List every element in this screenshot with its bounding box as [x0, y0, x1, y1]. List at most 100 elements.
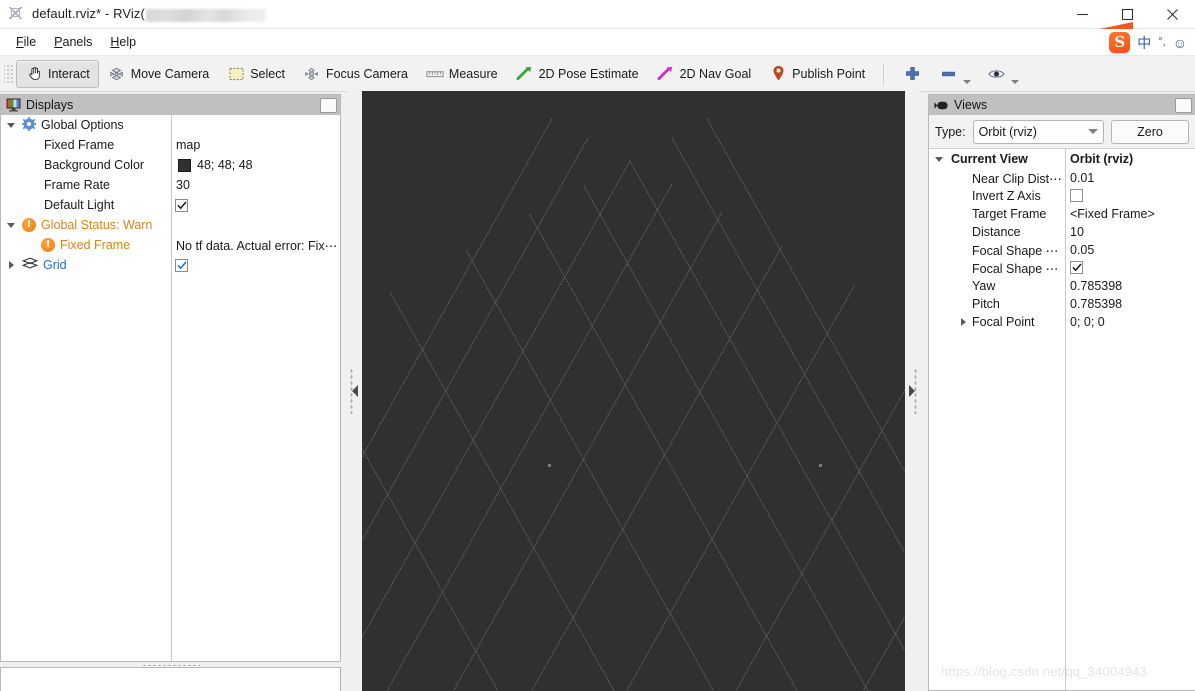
tool-move-camera[interactable]: Move Camera	[99, 60, 219, 88]
ime-punctuation-icon[interactable]: °,	[1158, 37, 1165, 48]
display-row-fixed-frame[interactable]: Fixed Frame map	[1, 135, 340, 155]
minus-icon	[939, 66, 957, 82]
gear-icon	[22, 116, 36, 134]
view-type-value: Orbit (rviz)	[978, 124, 1037, 139]
ime-mode-icon[interactable]: 中	[1137, 36, 1151, 50]
display-value-status-message: No tf data. Actual error: Fix⋯	[176, 238, 338, 253]
ime-emoji-icon[interactable]: ☺	[1173, 36, 1187, 50]
display-label: Background Color	[44, 158, 145, 172]
view-value-target-frame[interactable]: <Fixed Frame>	[1070, 207, 1155, 221]
csdn-watermark: https://blog.csdn.net/qq_34004943	[941, 664, 1148, 679]
magenta-arrow-icon	[657, 66, 675, 82]
view-row-yaw[interactable]: Yaw 0.785398	[929, 277, 1195, 295]
warning-icon: !	[41, 238, 55, 252]
view-value-near-clip-distance[interactable]: 0.01	[1070, 171, 1094, 185]
menu-file[interactable]: FFileile	[7, 32, 45, 52]
display-row-grid[interactable]: Grid	[1, 255, 340, 275]
focus-camera-icon	[303, 66, 321, 82]
display-row-global-status[interactable]: ! Global Status: Warn	[1, 215, 340, 235]
views-type-label: Type:	[935, 124, 966, 139]
sogou-s-logo[interactable]: S	[1109, 32, 1131, 53]
displays-tree[interactable]: Global Options Fixed Frame map Backgroun…	[1, 115, 340, 661]
view-type-select[interactable]: Orbit (rviz)	[972, 119, 1104, 144]
view-row-target-frame[interactable]: Target Frame <Fixed Frame>	[929, 205, 1195, 223]
twisty-toggle[interactable]	[5, 122, 17, 128]
display-value-fixed-frame[interactable]: map	[176, 138, 200, 152]
view-row-invert-z-axis[interactable]: Invert Z Axis	[929, 187, 1195, 205]
viewport-left-splitter[interactable]	[348, 91, 362, 691]
display-label: Default Light	[44, 198, 115, 212]
view-value-focal-point[interactable]: 0; 0; 0	[1070, 315, 1105, 329]
remove-display-button[interactable]	[931, 60, 979, 88]
tool-2d-nav-goal-label: 2D Nav Goal	[679, 66, 752, 81]
viewport-right-splitter[interactable]	[905, 91, 919, 691]
warning-icon: !	[22, 218, 36, 232]
view-row-current-view[interactable]: Current View Orbit (rviz)	[929, 149, 1195, 169]
twisty-toggle[interactable]	[957, 313, 969, 331]
menu-panels[interactable]: Panels	[45, 32, 101, 52]
view-value-focal-shape-size[interactable]: 0.05	[1070, 243, 1094, 257]
display-label: Fixed Frame	[60, 238, 131, 252]
plus-icon	[903, 66, 921, 82]
twisty-toggle[interactable]	[933, 149, 945, 169]
tool-2d-pose-estimate[interactable]: 2D Pose Estimate	[507, 60, 648, 88]
bottom-left-panel[interactable]	[0, 667, 341, 691]
eye-icon	[987, 66, 1005, 82]
display-row-background-color[interactable]: Background Color 48; 48; 48	[1, 155, 340, 175]
focal-shape-fixed-size-checkbox[interactable]	[1070, 261, 1083, 274]
display-row-frame-rate[interactable]: Frame Rate 30	[1, 175, 340, 195]
sogou-ime-tray: S 中 °, ☺	[1109, 29, 1187, 56]
display-row-global-options[interactable]: Global Options	[1, 115, 340, 135]
tool-focus-camera[interactable]: Focus Camera	[294, 60, 417, 88]
default-light-checkbox[interactable]	[175, 198, 188, 212]
hand-cursor-icon	[25, 66, 43, 82]
color-swatch[interactable]	[178, 158, 191, 172]
green-arrow-icon	[516, 66, 534, 82]
view-value-pitch[interactable]: 0.785398	[1070, 297, 1122, 311]
view-row-focal-point[interactable]: Focal Point 0; 0; 0	[929, 313, 1195, 331]
view-label: Pitch	[972, 297, 1000, 311]
view-row-pitch[interactable]: Pitch 0.785398	[929, 295, 1195, 313]
close-icon[interactable]	[1150, 0, 1195, 29]
view-label: Target Frame	[972, 207, 1047, 221]
grid-icon	[21, 257, 39, 273]
display-row-default-light[interactable]: Default Light	[1, 195, 340, 215]
visibility-button[interactable]	[979, 60, 1027, 88]
tool-publish-point[interactable]: Publish Point	[760, 60, 874, 88]
main-toolbar: Interact Move Camera Select Focus Camera…	[0, 56, 1195, 92]
displays-float-button[interactable]	[320, 97, 337, 113]
zero-button[interactable]: Zero	[1111, 119, 1189, 144]
view-row-distance[interactable]: Distance 10	[929, 223, 1195, 241]
grid-checkbox[interactable]	[175, 258, 188, 272]
menu-help[interactable]: Help	[101, 32, 145, 52]
invert-z-axis-checkbox[interactable]	[1070, 189, 1083, 202]
tool-measure[interactable]: Measure	[417, 60, 507, 88]
view-label: Focal Point	[972, 315, 1035, 329]
display-label: Grid	[43, 258, 67, 272]
toolbar-separator	[883, 62, 885, 85]
view-row-near-clip-distance[interactable]: Near Clip Dist⋯ 0.01	[929, 169, 1195, 187]
tool-2d-nav-goal[interactable]: 2D Nav Goal	[648, 60, 761, 88]
chevron-down-icon[interactable]	[963, 79, 972, 84]
views-float-button[interactable]	[1175, 97, 1192, 113]
move-camera-icon	[108, 66, 126, 82]
display-row-status-fixed-frame[interactable]: ! Fixed Frame No tf data. Actual error: …	[1, 235, 340, 255]
add-display-button[interactable]	[893, 60, 931, 88]
view-label: Yaw	[972, 279, 996, 293]
view-value-yaw[interactable]: 0.785398	[1070, 279, 1122, 293]
tool-interact[interactable]: Interact	[16, 59, 99, 88]
view-label: Invert Z Axis	[972, 189, 1041, 203]
view-row-focal-shape-fixed-size[interactable]: Focal Shape ⋯	[929, 259, 1195, 277]
display-value-frame-rate[interactable]: 30	[176, 178, 190, 192]
tool-2d-pose-estimate-label: 2D Pose Estimate	[538, 66, 639, 81]
twisty-toggle[interactable]	[5, 261, 17, 269]
view-value-distance[interactable]: 10	[1070, 225, 1084, 239]
view-row-focal-shape-size[interactable]: Focal Shape ⋯ 0.05	[929, 241, 1195, 259]
render-viewport[interactable]	[362, 91, 905, 691]
toolbar-grip[interactable]	[4, 62, 13, 85]
display-value-background-color: 48; 48; 48	[197, 158, 253, 172]
tool-select[interactable]: Select	[218, 60, 294, 88]
twisty-toggle[interactable]	[5, 222, 17, 228]
chevron-down-icon[interactable]	[1011, 79, 1020, 84]
views-tree[interactable]: Current View Orbit (rviz) Near Clip Dist…	[929, 149, 1195, 690]
